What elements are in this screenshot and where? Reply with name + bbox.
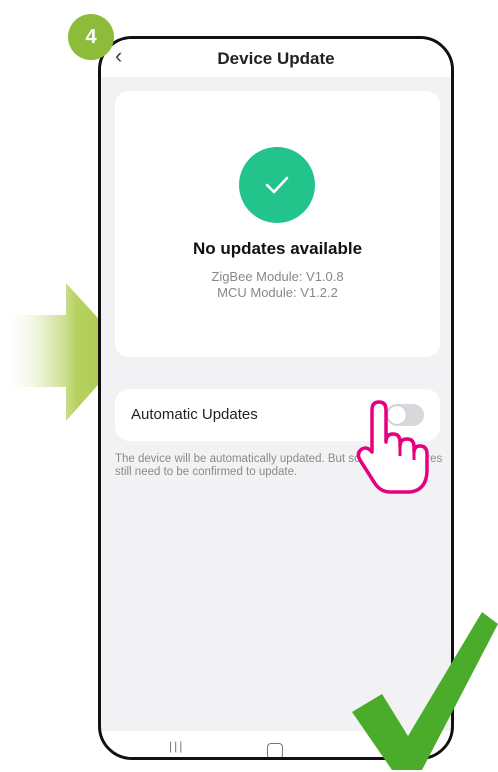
automatic-updates-label: Automatic Updates xyxy=(131,406,258,423)
mcu-version: MCU Module: V1.2.2 xyxy=(217,285,338,300)
step-number-badge: 4 xyxy=(68,14,114,60)
home-icon[interactable] xyxy=(267,743,283,757)
recents-icon[interactable]: ||| xyxy=(169,739,184,753)
tap-hand-icon xyxy=(356,400,429,494)
page-title: Device Update xyxy=(217,49,335,68)
app-header: ‹ Device Update xyxy=(101,39,451,77)
check-icon xyxy=(239,147,315,223)
success-checkmark-icon xyxy=(352,612,498,770)
status-title: No updates available xyxy=(192,239,363,258)
zigbee-version: ZigBee Module: V1.0.8 xyxy=(211,269,344,284)
update-status-card: No updates available ZigBee Module: V1.0… xyxy=(115,91,440,357)
